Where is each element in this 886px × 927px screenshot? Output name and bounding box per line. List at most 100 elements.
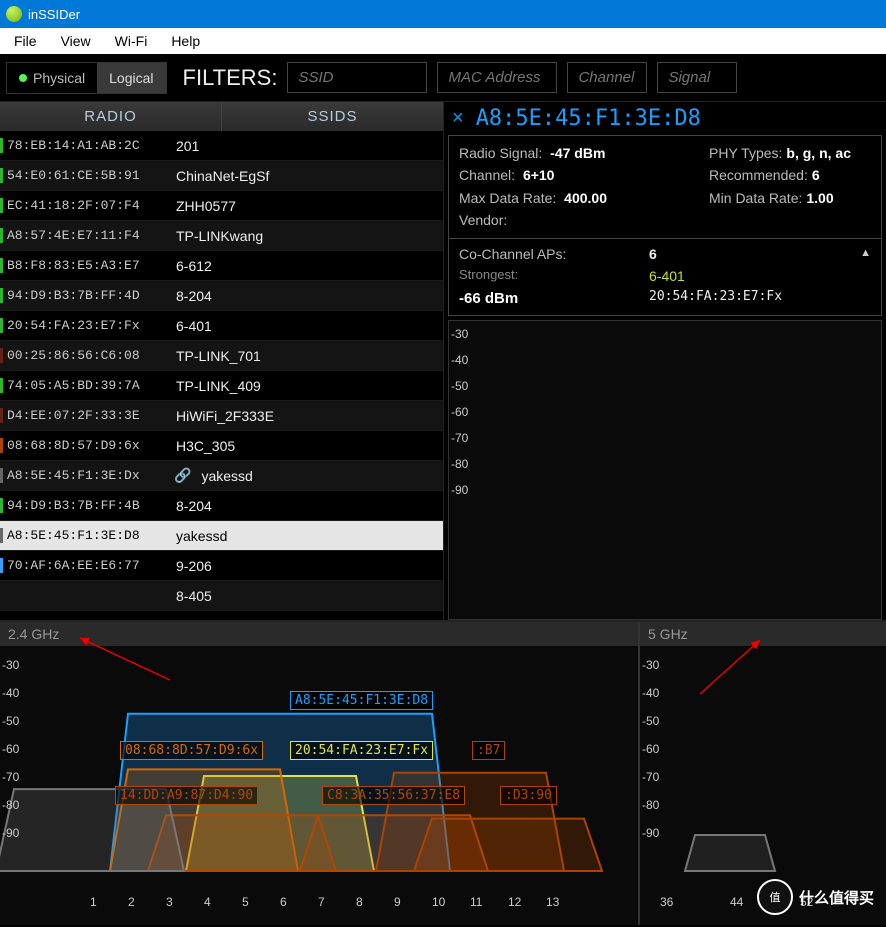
ytick: -40	[2, 686, 19, 700]
logical-tab[interactable]: Logical	[97, 63, 165, 93]
xtick: 9	[394, 895, 401, 909]
table-row[interactable]: 74:05:A5:BD:39:7ATP-LINK_409	[0, 371, 443, 401]
ytick: -50	[642, 714, 659, 728]
xtick: 2	[128, 895, 135, 909]
mac-cell: 00:25:86:56:C6:08	[0, 348, 170, 363]
table-row[interactable]: 54:E0:61:CE:5B:91ChinaNet-EgSf	[0, 161, 443, 191]
ytick: -70	[451, 431, 468, 445]
physical-tab[interactable]: Physical	[7, 63, 97, 93]
menu-wifi[interactable]: Wi-Fi	[105, 30, 158, 52]
mac-cell: EC:41:18:2F:07:F4	[0, 198, 170, 213]
ytick: -80	[2, 798, 19, 812]
network-label: C8:3A:35:56:37:E8	[322, 786, 465, 805]
xtick: 5	[242, 895, 249, 909]
network-table[interactable]: 78:EB:14:A1:AB:2C20154:E0:61:CE:5B:91Chi…	[0, 131, 443, 620]
mac-cell: 94:D9:B3:7B:FF:4B	[0, 498, 170, 513]
filter-channel-input[interactable]	[567, 62, 647, 93]
network-label: 20:54:FA:23:E7:Fx	[290, 741, 433, 760]
spectrum-24-graph: -30-40-50-60-70-80-9012345678910111213A8…	[0, 646, 638, 911]
xtick: 36	[660, 895, 673, 909]
table-row[interactable]: A8:5E:45:F1:3E:Dx🔗yakessd	[0, 461, 443, 491]
ssid-cell: H3C_305	[170, 438, 443, 454]
ssid-cell: yakessd	[170, 528, 443, 544]
xtick: 11	[470, 895, 482, 909]
spectrum-24-title: 2.4 GHz	[0, 622, 638, 646]
menu-view[interactable]: View	[51, 30, 101, 52]
ytick: -60	[2, 742, 19, 756]
ssid-cell: ChinaNet-EgSf	[170, 168, 443, 184]
filters-label: FILTERS:	[183, 65, 278, 91]
watermark-icon: 值	[757, 879, 793, 915]
table-row[interactable]: EC:41:18:2F:07:F4ZHH0577	[0, 191, 443, 221]
ssid-cell: TP-LINK_409	[170, 378, 443, 394]
ssid-cell: 8-204	[170, 288, 443, 304]
ssid-cell: 8-405	[170, 588, 443, 604]
detail-info: Radio Signal: -47 dBmPHY Types: b, g, n,…	[448, 135, 882, 239]
ytick: -40	[451, 353, 468, 367]
network-label: :D3:90	[500, 786, 557, 805]
xtick: 8	[356, 895, 363, 909]
signal-time-graph: 16:04 -30-40-50-60-70-80-90	[448, 320, 882, 620]
ytick: -30	[2, 658, 19, 672]
table-row[interactable]: 20:54:FA:23:E7:Fx6-401	[0, 311, 443, 341]
mac-cell: A8:5E:45:F1:3E:Dx	[0, 468, 170, 483]
window-title: inSSIDer	[28, 7, 80, 22]
ytick: -80	[642, 798, 659, 812]
xtick: 12	[508, 895, 521, 909]
filter-mac-input[interactable]	[437, 62, 557, 93]
mac-cell: 70:AF:6A:EE:E6:77	[0, 558, 170, 573]
filter-ssid-input[interactable]	[287, 62, 427, 93]
close-icon[interactable]: ×	[448, 107, 468, 130]
mac-cell: 08:68:8D:57:D9:6x	[0, 438, 170, 453]
network-label: :B7	[472, 741, 505, 760]
table-row[interactable]: 94:D9:B3:7B:FF:4D8-204	[0, 281, 443, 311]
table-row[interactable]: B8:F8:83:E5:A3:E76-612	[0, 251, 443, 281]
view-toggle: Physical Logical	[6, 62, 167, 94]
ytick: -70	[642, 770, 659, 784]
mac-cell: 54:E0:61:CE:5B:91	[0, 168, 170, 183]
table-row[interactable]: 94:D9:B3:7B:FF:4B8-204	[0, 491, 443, 521]
ytick: -60	[451, 405, 468, 419]
xtick: 44	[730, 895, 743, 909]
menu-help[interactable]: Help	[161, 30, 210, 52]
ytick: -30	[642, 658, 659, 672]
xtick: 6	[280, 895, 287, 909]
ytick: -50	[451, 379, 468, 393]
table-row[interactable]: 8-405	[0, 581, 443, 611]
col-radio[interactable]: RADIO	[0, 102, 222, 131]
network-label: 08:68:8D:57:D9:6x	[120, 741, 263, 760]
mac-cell: 74:05:A5:BD:39:7A	[0, 378, 170, 393]
col-ssids[interactable]: SSIDS	[222, 102, 443, 131]
table-row[interactable]: 00:25:86:56:C6:08TP-LINK_701	[0, 341, 443, 371]
table-row[interactable]: A8:5E:45:F1:3E:D8yakessd	[0, 521, 443, 551]
table-row[interactable]: 70:AF:6A:EE:E6:779-206	[0, 551, 443, 581]
ssid-cell: 6-612	[170, 258, 443, 274]
link-icon: 🔗	[170, 467, 195, 484]
table-row[interactable]: D4:EE:07:2F:33:3EHiWiFi_2F333E	[0, 401, 443, 431]
table-row[interactable]: A8:57:4E:E7:11:F4TP-LINKwang	[0, 221, 443, 251]
mac-cell: A8:5E:45:F1:3E:D8	[0, 528, 170, 543]
mac-cell: B8:F8:83:E5:A3:E7	[0, 258, 170, 273]
ssid-cell: 201	[170, 138, 443, 154]
table-row[interactable]: 78:EB:14:A1:AB:2C201	[0, 131, 443, 161]
ssid-cell: TP-LINKwang	[170, 228, 443, 244]
cochannel-box[interactable]: ▲ Co-Channel APs:6 Strongest:6-401 -66 d…	[448, 239, 882, 317]
mac-cell: D4:EE:07:2F:33:3E	[0, 408, 170, 423]
menubar: File View Wi-Fi Help	[0, 28, 886, 54]
xtick: 7	[318, 895, 325, 909]
spectrum-5-title: 5 GHz	[640, 622, 886, 646]
filter-signal-input[interactable]	[657, 62, 737, 93]
ytick: -60	[642, 742, 659, 756]
ytick: -90	[451, 483, 468, 497]
mac-cell: 78:EB:14:A1:AB:2C	[0, 138, 170, 153]
spectrum-5-graph: -30-40-50-60-70-80-90364452	[640, 646, 886, 911]
collapse-icon[interactable]: ▲	[860, 245, 871, 263]
table-row[interactable]: 08:68:8D:57:D9:6xH3C_305	[0, 431, 443, 461]
xtick: 1	[90, 895, 97, 909]
ytick: -50	[2, 714, 19, 728]
ssid-cell: HiWiFi_2F333E	[170, 408, 443, 424]
mac-cell: 94:D9:B3:7B:FF:4D	[0, 288, 170, 303]
menu-file[interactable]: File	[4, 30, 47, 52]
ssid-cell: 6-401	[170, 318, 443, 334]
ytick: -90	[642, 826, 659, 840]
